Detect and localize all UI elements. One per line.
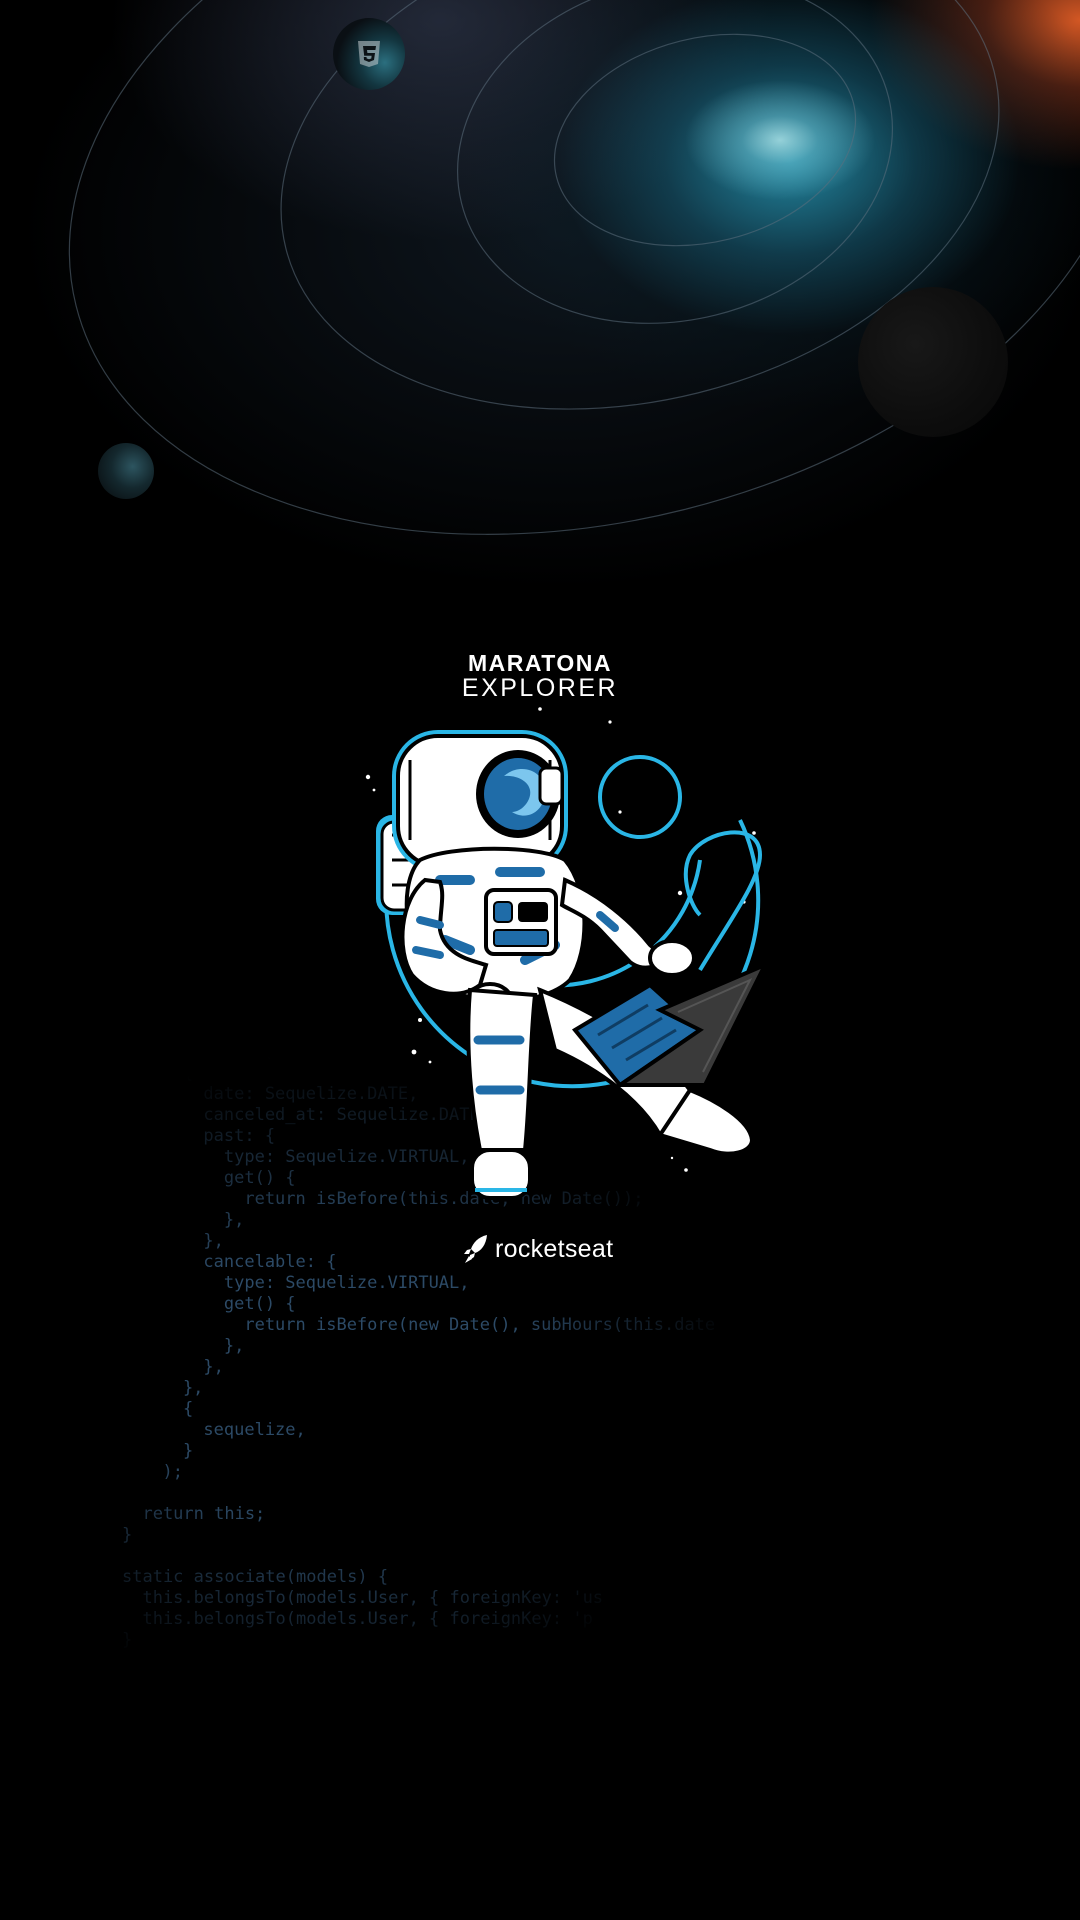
code-line: }: [142, 1441, 194, 1461]
code-line: {: [142, 1063, 194, 1083]
code-line: past: {: [142, 1126, 276, 1146]
code-line: },: [142, 1210, 245, 1230]
orbit-ring: [457, 0, 893, 324]
brand-logo: rocketseat: [463, 1233, 613, 1265]
brand-name: rocketseat: [495, 1234, 614, 1263]
code-line: type: Sequelize.VIRTUAL,: [142, 1273, 470, 1293]
code-line: this.belongsTo(models.User, { foreignKey…: [122, 1588, 604, 1608]
code-line: get() {: [142, 1294, 296, 1314]
planet-top: [333, 18, 405, 90]
css3-icon: [358, 41, 380, 67]
code-line: export default Appointment;: [122, 1723, 399, 1743]
code-line: sequelize,: [142, 1420, 306, 1440]
planet-large-dark: [858, 287, 1008, 437]
code-line: return isBefore(new Date(), subHours(thi…: [142, 1315, 716, 1335]
code-line: get() {: [142, 1168, 296, 1188]
title-line-2: EXPLORER: [461, 674, 619, 702]
planet-small: [98, 443, 154, 499]
code-line: {: [142, 1399, 194, 1419]
code-line: },: [142, 1336, 245, 1356]
title-line-1: MARATONA: [467, 650, 613, 676]
rocket-icon: [464, 1235, 487, 1263]
laptop: [571, 961, 770, 1088]
code-line: return this;: [122, 1504, 266, 1524]
code-line: this.belongsTo(models.User, { foreignKey…: [122, 1609, 593, 1629]
code-line: cancelable: {: [142, 1252, 337, 1272]
code-line: }: [122, 1630, 133, 1650]
orbit-ring: [553, 33, 857, 247]
code-line: );: [142, 1462, 183, 1482]
code-line: },: [142, 1378, 204, 1398]
code-line: },: [142, 1357, 224, 1377]
code-line: }: [122, 1525, 133, 1545]
code-line: super.init(: [140, 1042, 274, 1062]
code-line: static associate(models) {: [122, 1567, 389, 1587]
astronaut-illustration: [365, 707, 770, 1200]
code-line: },: [142, 1231, 224, 1251]
